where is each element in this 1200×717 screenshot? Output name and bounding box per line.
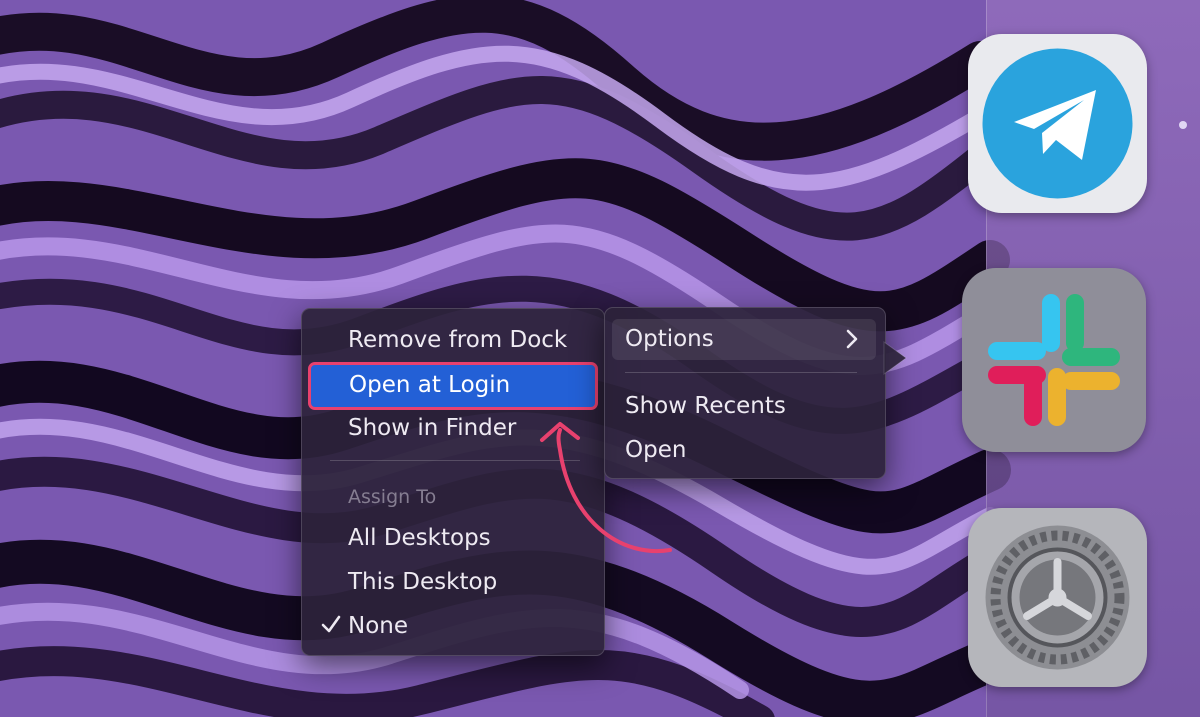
telegram-icon	[982, 48, 1133, 199]
dock-app-slack[interactable]	[962, 268, 1146, 452]
running-app-indicator	[1179, 121, 1187, 129]
submenu-pointer	[883, 341, 907, 375]
menu-item-open-at-login[interactable]: Open at Login	[308, 362, 598, 410]
dock-app-telegram[interactable]	[968, 34, 1147, 213]
menu-item-options-label: Options	[625, 326, 714, 352]
annotation-arrow	[540, 422, 672, 554]
system-settings-icon	[985, 525, 1130, 670]
menu-item-remove-from-dock[interactable]: Remove from Dock	[348, 324, 567, 356]
menu-item-label: Open at Login	[349, 372, 511, 398]
dock-app-system-settings[interactable]	[968, 508, 1147, 687]
menu-item-this-desktop[interactable]: This Desktop	[348, 566, 497, 598]
menu-heading-assign-to: Assign To	[348, 486, 437, 508]
menu-item-all-desktops[interactable]: All Desktops	[348, 522, 491, 554]
slack-icon	[988, 294, 1120, 426]
menu-item-show-in-finder[interactable]: Show in Finder	[348, 412, 516, 444]
menu-item-none[interactable]: None	[348, 610, 408, 642]
menu-separator	[625, 372, 857, 373]
menu-item-options[interactable]: Options	[612, 319, 876, 360]
chevron-right-icon	[846, 329, 858, 349]
checkmark-icon	[321, 615, 341, 633]
